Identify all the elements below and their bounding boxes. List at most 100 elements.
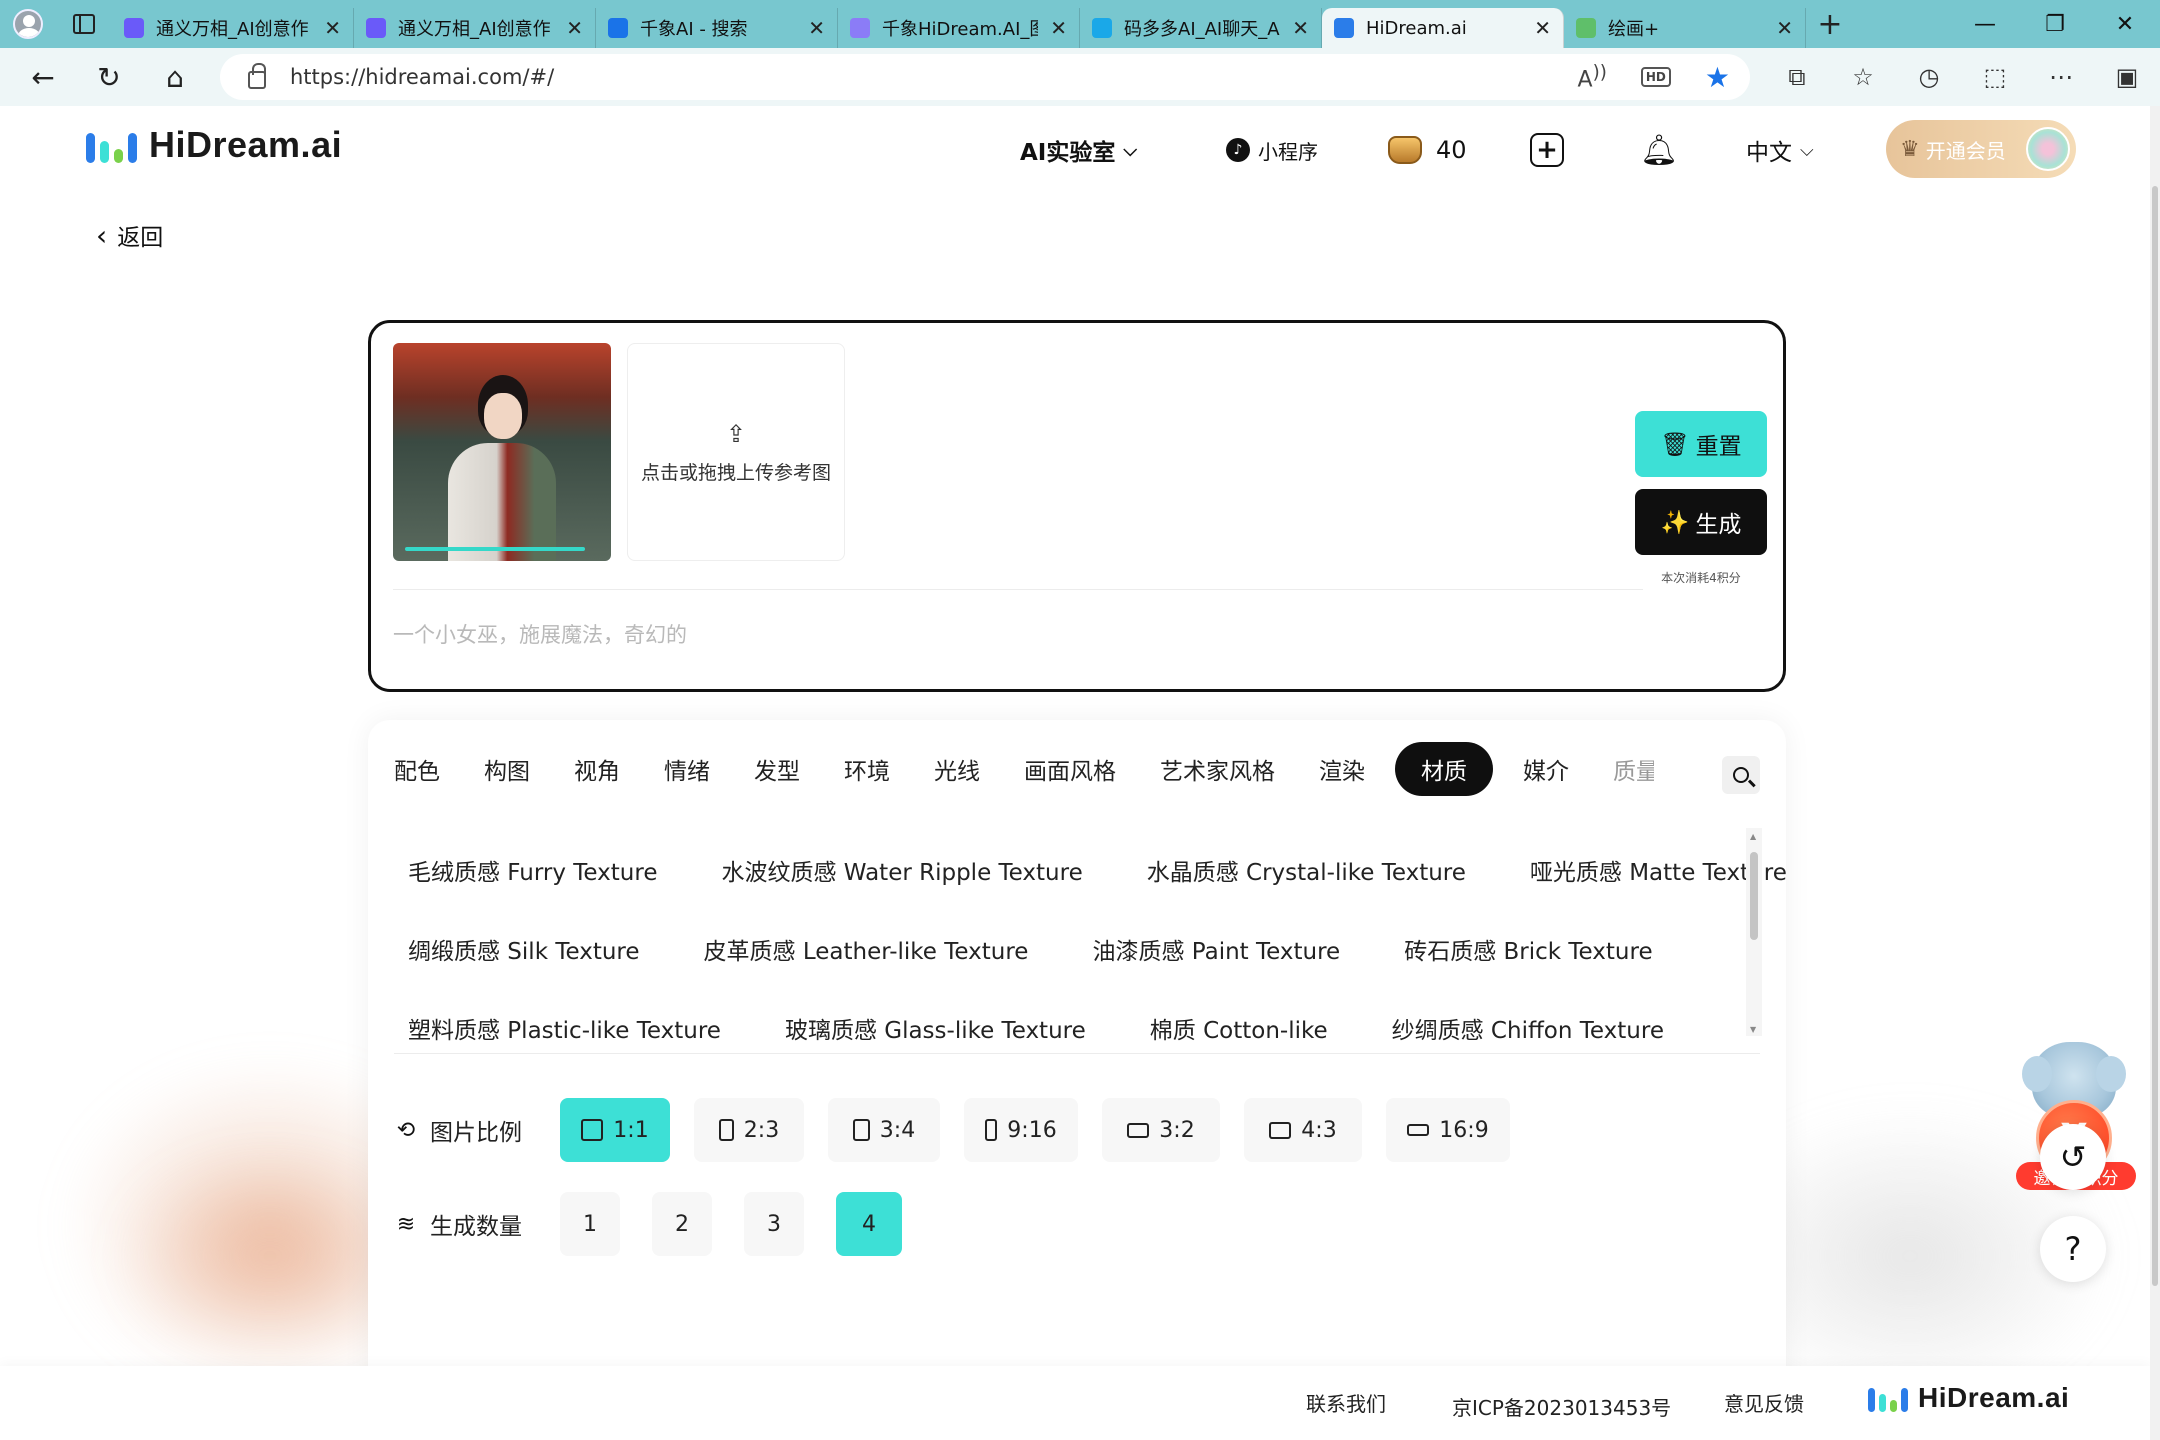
url-text[interactable]: https://hidreamai.com/#/: [290, 65, 554, 89]
prompt-input[interactable]: 一个小女巫，施展魔法，奇幻的: [393, 619, 687, 649]
count-option[interactable]: 4: [836, 1192, 902, 1256]
generate-button[interactable]: ✨ 生成: [1635, 489, 1767, 555]
texture-option[interactable]: 皮革质感 Leather-like Texture: [690, 932, 1029, 966]
tab-close-icon[interactable]: ✕: [1292, 16, 1309, 40]
browser-tab[interactable]: 通义万相_AI创意作 ✕: [354, 8, 596, 48]
mini-program-link[interactable]: ♪ 小程序: [1226, 106, 1318, 194]
tab-close-icon[interactable]: ✕: [1050, 16, 1067, 40]
screenshot-icon[interactable]: ⬚: [1962, 63, 2028, 91]
texture-option[interactable]: 纱绸质感 Chiffon Texture: [1378, 1011, 1664, 1045]
hd-icon[interactable]: HD: [1640, 67, 1671, 87]
reset-button[interactable]: 🗑︎ 重置: [1635, 411, 1767, 477]
profile-button[interactable]: [0, 0, 56, 48]
ratio-option[interactable]: 4:3: [1244, 1098, 1362, 1162]
icp-link[interactable]: 京ICP备2023013453号: [1452, 1392, 1671, 1421]
category-tab[interactable]: 材质: [1395, 742, 1493, 796]
reference-image-thumbnail[interactable]: [393, 343, 611, 561]
browser-tab[interactable]: 绘画+ ✕: [1564, 8, 1806, 48]
vip-button[interactable]: ♛ 开通会员: [1886, 120, 2076, 178]
history-icon[interactable]: ◷: [1896, 63, 1962, 91]
texture-option[interactable]: 绸缎质感 Silk Texture: [394, 932, 640, 966]
ratio-option[interactable]: 9:16: [964, 1098, 1078, 1162]
ratio-option[interactable]: 3:4: [828, 1098, 940, 1162]
home-button[interactable]: ⌂: [142, 48, 208, 106]
category-tab[interactable]: 配色: [394, 742, 454, 796]
ai-lab-menu[interactable]: AI实验室 ⌵: [1020, 106, 1137, 194]
language-selector[interactable]: 中文 ⌵: [1746, 106, 1814, 194]
tab-strip: 通义万相_AI创意作 ✕ 通义万相_AI创意作 ✕ 千象AI - 搜索 ✕ 千象HiDrea…: [112, 0, 1806, 48]
texture-option[interactable]: 塑料质感 Plastic-like Texture: [394, 1011, 721, 1045]
coin-balance[interactable]: 40: [1388, 106, 1467, 194]
tab-close-icon[interactable]: ✕: [808, 16, 825, 40]
chevron-down-icon: ⌵: [1800, 139, 1814, 161]
history-button[interactable]: ↺: [2040, 1124, 2106, 1190]
category-tab[interactable]: 发型: [740, 742, 814, 796]
contact-link[interactable]: 联系我们: [1306, 1388, 1386, 1417]
favorites-icon[interactable]: ☆: [1830, 63, 1896, 91]
browser-tab[interactable]: 码多多AI_AI聊天_A ✕: [1080, 8, 1322, 48]
notification-button[interactable]: 🔔︎: [1640, 106, 1678, 194]
ratio-option[interactable]: 3:2: [1102, 1098, 1220, 1162]
tab-close-icon[interactable]: ✕: [1776, 16, 1793, 40]
tab-label: HiDream.ai: [1366, 17, 1467, 39]
texture-option[interactable]: 油漆质感 Paint Texture: [1078, 932, 1340, 966]
category-tab[interactable]: 环境: [830, 742, 904, 796]
count-option[interactable]: 2: [652, 1192, 712, 1256]
read-aloud-icon[interactable]: A)): [1578, 62, 1607, 92]
browser-tab[interactable]: 千象AI - 搜索 ✕: [596, 8, 838, 48]
texture-option[interactable]: 毛绒质感 Furry Texture: [394, 853, 658, 887]
texture-option[interactable]: 水晶质感 Crystal-like Texture: [1133, 853, 1466, 887]
ratio-option[interactable]: 16:9: [1386, 1098, 1510, 1162]
category-tab[interactable]: 渲染: [1305, 742, 1379, 796]
upload-reference-dropzone[interactable]: ⇪ 点击或拖拽上传参考图: [627, 343, 845, 561]
coin-count: 40: [1436, 136, 1467, 164]
category-tab[interactable]: 构图: [470, 742, 544, 796]
new-tab-button[interactable]: +: [1806, 0, 1854, 48]
tab-label: 通义万相_AI创意作: [156, 19, 309, 40]
texture-option[interactable]: 砖石质感 Brick Texture: [1390, 932, 1652, 966]
more-menu-icon[interactable]: ⋯: [2028, 63, 2094, 91]
tab-close-icon[interactable]: ✕: [324, 16, 341, 40]
texture-list-scrollbar[interactable]: ▲ ▼: [1746, 828, 1762, 1036]
category-tab[interactable]: 画面风格: [1010, 742, 1130, 796]
help-button[interactable]: ?: [2040, 1216, 2106, 1282]
ratio-option[interactable]: 2:3: [694, 1098, 804, 1162]
count-option[interactable]: 1: [560, 1192, 620, 1256]
count-option[interactable]: 3: [744, 1192, 804, 1256]
tab-actions-button[interactable]: [56, 0, 112, 48]
generate-label: 生成: [1695, 512, 1742, 538]
site-logo[interactable]: HiDream.ai: [86, 124, 342, 166]
category-tab[interactable]: 情绪: [650, 742, 724, 796]
category-tab[interactable]: 光线: [920, 742, 994, 796]
page-scrollbar[interactable]: [2150, 106, 2160, 1440]
close-window-button[interactable]: ✕: [2090, 0, 2160, 48]
category-tab[interactable]: 质量: [1599, 742, 1654, 796]
sidebar-toggle-icon[interactable]: ▣: [2094, 63, 2160, 91]
category-tab[interactable]: 视角: [560, 742, 634, 796]
back-link[interactable]: ‹ 返回: [96, 218, 163, 252]
footer-logo[interactable]: HiDream.ai: [1868, 1382, 2069, 1414]
texture-row: 毛绒质感 Furry Texture 水波纹质感 Water Ripple Tex…: [394, 830, 1787, 909]
reload-button[interactable]: ↻: [76, 48, 142, 106]
feedback-link[interactable]: 意见反馈: [1724, 1388, 1804, 1417]
browser-tab[interactable]: HiDream.ai ✕: [1322, 8, 1564, 48]
ratio-option[interactable]: 1:1: [560, 1098, 670, 1162]
browser-tab[interactable]: 千象HiDream.AI_图 ✕: [838, 8, 1080, 48]
texture-option[interactable]: 水波纹质感 Water Ripple Texture: [708, 853, 1083, 887]
texture-option[interactable]: 棉质 Cotton-like: [1136, 1011, 1328, 1045]
search-button[interactable]: [1722, 756, 1760, 794]
extensions-icon[interactable]: ⧉: [1764, 63, 1830, 91]
category-tab[interactable]: 艺术家风格: [1146, 742, 1289, 796]
favorite-star-icon[interactable]: ★: [1705, 61, 1730, 94]
create-button[interactable]: +: [1530, 106, 1564, 194]
tab-close-icon[interactable]: ✕: [566, 16, 583, 40]
url-bar[interactable]: https://hidreamai.com/#/ A)) HD ★: [220, 54, 1750, 100]
back-nav-button[interactable]: ←: [10, 48, 76, 106]
user-avatar[interactable]: [2026, 127, 2070, 171]
category-tab[interactable]: 媒介: [1509, 742, 1583, 796]
restore-window-button[interactable]: ❐: [2020, 0, 2090, 48]
minimize-window-button[interactable]: —: [1950, 0, 2020, 48]
texture-option[interactable]: 玻璃质感 Glass-like Texture: [771, 1011, 1086, 1045]
browser-tab[interactable]: 通义万相_AI创意作 ✕: [112, 8, 354, 48]
tab-close-icon[interactable]: ✕: [1534, 16, 1551, 40]
